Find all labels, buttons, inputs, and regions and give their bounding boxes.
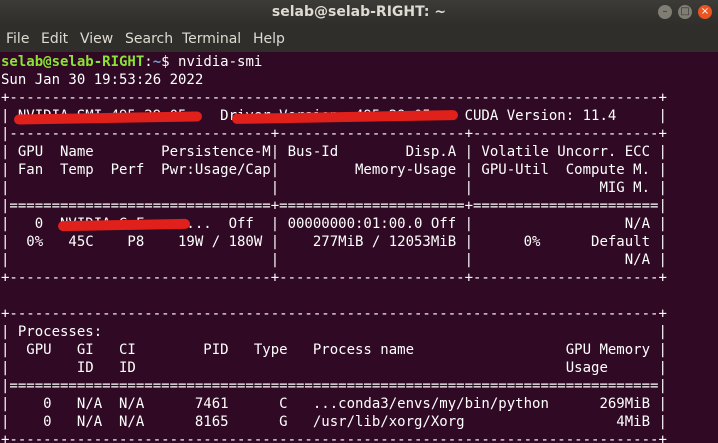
menu-search[interactable]: Search xyxy=(125,31,173,47)
gpu-header-line: | GPU Name Persistence-M| Bus-Id Disp.A … xyxy=(1,144,667,160)
menu-edit[interactable]: Edit xyxy=(41,31,68,47)
menu-view[interactable]: View xyxy=(80,31,113,47)
process-header-line: | GPU GI CI PID Type Process name GPU Me… xyxy=(1,342,667,358)
process-row: | 0 N/A N/A 7461 C ...conda3/envs/my/bin… xyxy=(1,396,667,412)
menu-bar: File Edit View Search Terminal Help xyxy=(0,25,718,52)
title-bar: selab@selab-RIGHT: ~ – □ × xyxy=(0,0,718,25)
maximize-icon[interactable]: □ xyxy=(678,5,692,19)
prompt-line: selab@selab-RIGHT:~$ nvidia-smi xyxy=(1,53,262,71)
process-row: | 0 N/A N/A 8165 G /usr/lib/xorg/Xorg 4M… xyxy=(1,414,667,430)
table-border: +---------------------------------------… xyxy=(1,90,667,106)
gpu-header-line: | Fan Temp Perf Pwr:Usage/Cap| Memory-Us… xyxy=(1,162,667,178)
process-header-line: | ID ID Usage | xyxy=(1,360,667,376)
prompt-user-host: selab@selab-RIGHT xyxy=(1,54,145,70)
table-separator: |-------------------------------+-------… xyxy=(1,126,667,142)
menu-terminal[interactable]: Terminal xyxy=(182,31,241,47)
table-border: +-------------------------------+-------… xyxy=(1,270,667,286)
gpu-row: | | | N/A | xyxy=(1,252,667,268)
gpu-row: | 0% 45C P8 19W / 180W | 277MiB / 12053M… xyxy=(1,234,667,250)
close-icon[interactable]: × xyxy=(698,5,712,19)
processes-title: | Processes: | xyxy=(1,324,667,340)
gpu-header-line: | | | MIG M. | xyxy=(1,180,667,196)
terminal-output[interactable]: selab@selab-RIGHT:~$ nvidia-smi Sun Jan … xyxy=(0,52,718,443)
minimize-icon[interactable]: – xyxy=(658,5,672,19)
prompt-symbol: $ xyxy=(161,54,179,70)
table-separator: |=======================================… xyxy=(1,378,667,394)
timestamp-line: Sun Jan 30 19:53:26 2022 xyxy=(1,72,204,88)
table-border: +---------------------------------------… xyxy=(1,432,667,443)
prompt-command: nvidia-smi xyxy=(178,54,263,70)
prompt-colon: : xyxy=(144,54,153,70)
menu-help[interactable]: Help xyxy=(253,31,285,47)
table-border: +---------------------------------------… xyxy=(1,306,667,322)
menu-file[interactable]: File xyxy=(6,31,29,47)
window-title: selab@selab-RIGHT: ~ xyxy=(271,4,447,20)
prompt-path: ~ xyxy=(152,54,162,70)
table-separator: |===============================+=======… xyxy=(1,198,667,214)
